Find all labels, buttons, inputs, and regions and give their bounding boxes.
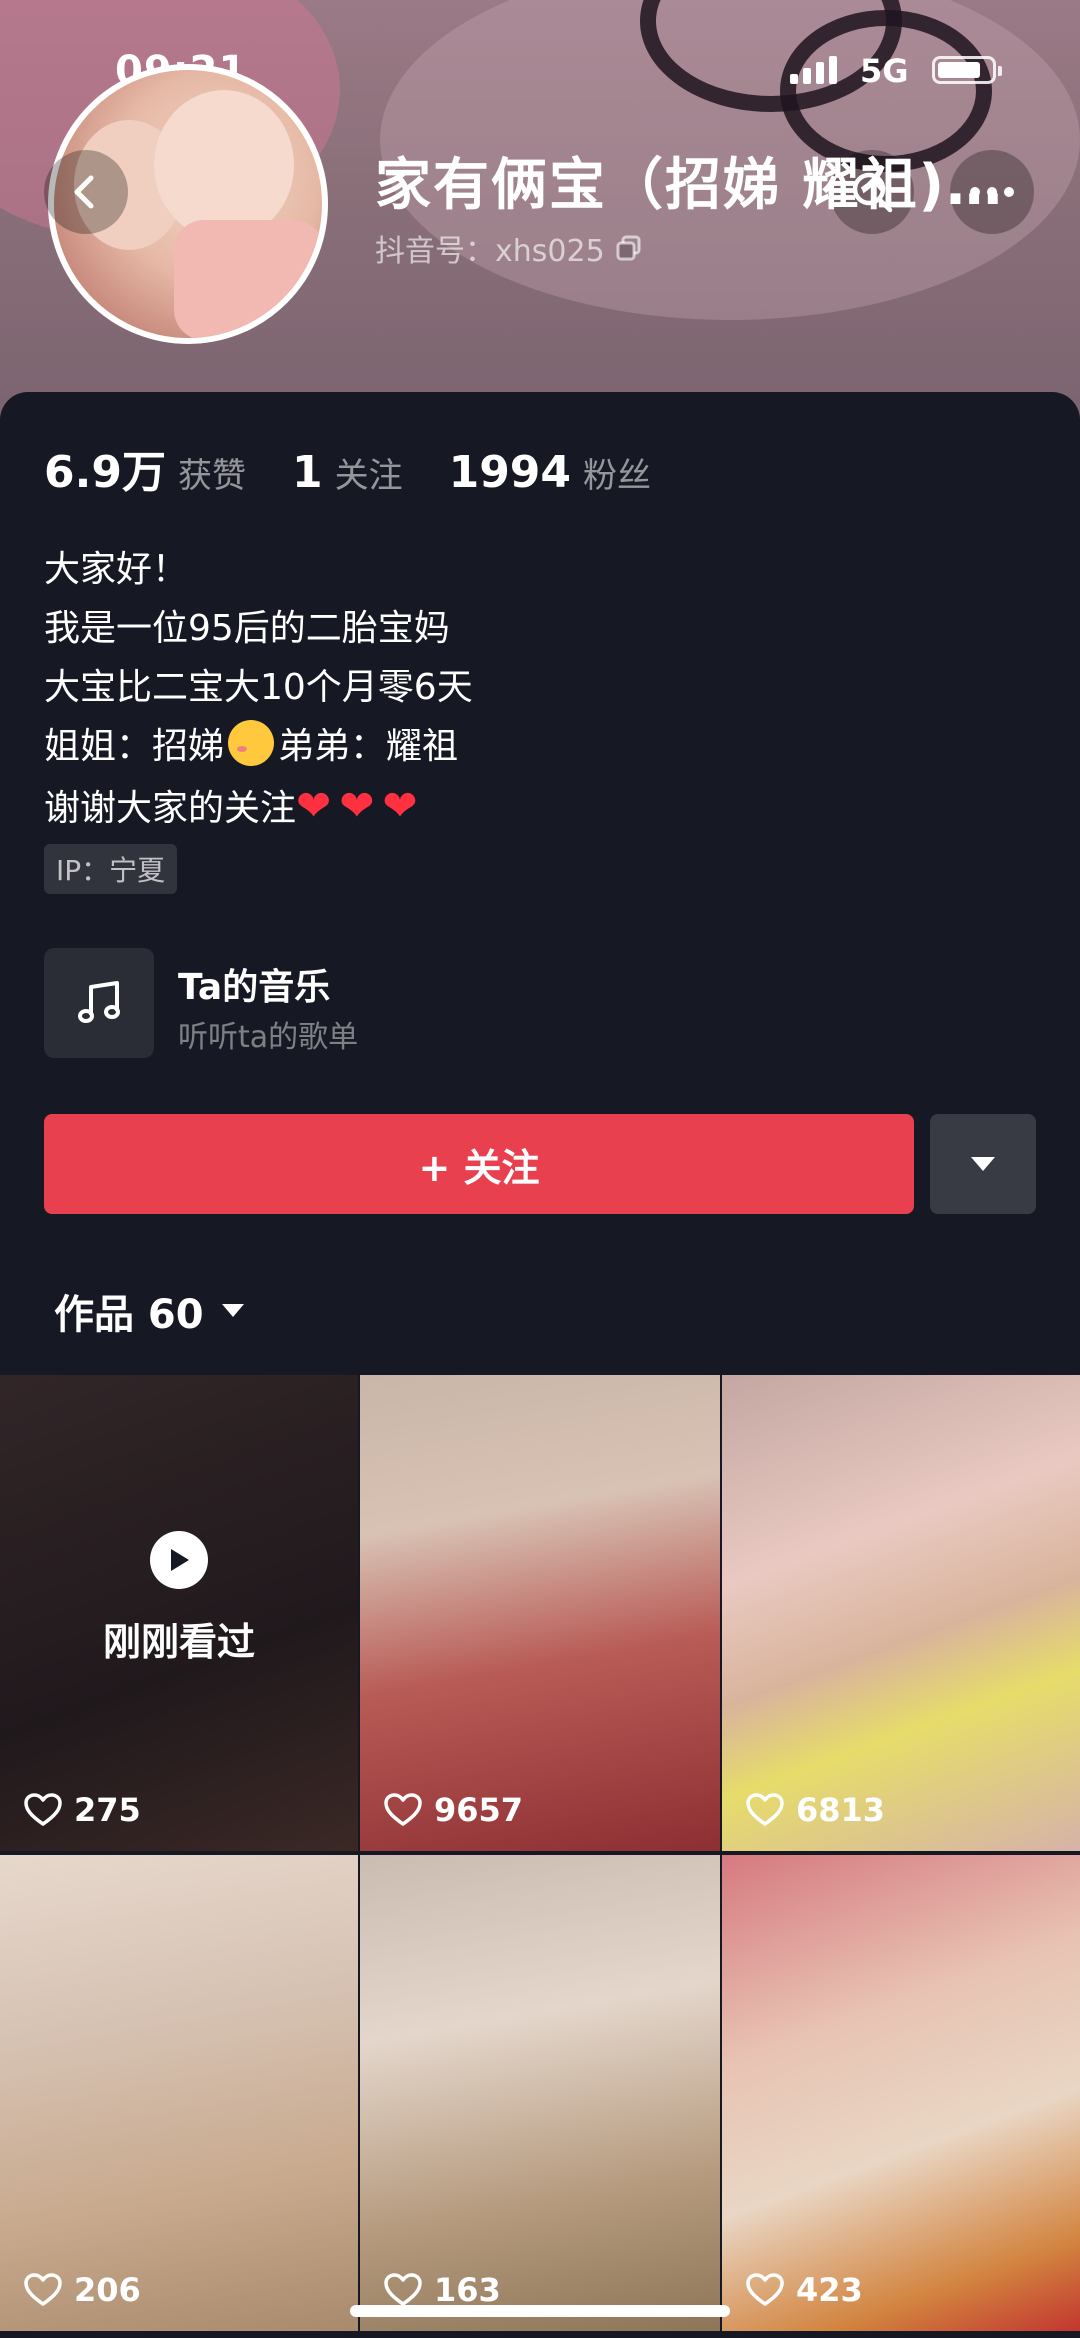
profile-stats: 6.9万 获赞 1 关注 1994 粉丝 [44,436,697,500]
play-icon [150,1530,208,1589]
music-title: Ta的音乐 [178,967,331,1008]
like-count-text: 9657 [434,1791,524,1829]
recently-watched-label: 刚刚看过 [102,1619,255,1664]
chevron-down-icon [221,1304,244,1317]
video-like-count: 275 [24,1791,141,1829]
video-thumbnail[interactable]: 刚刚看过 275 [0,1375,358,1851]
heart-icon [24,2273,62,2306]
music-entry[interactable]: Ta的音乐 听听ta的歌单 [44,948,544,1060]
like-count-text: 6813 [796,1791,886,1829]
bio-line: 谢谢大家的关注❤ ❤ ❤ [44,776,473,838]
bio-line: 大宝比二宝大10个月零6天 [44,667,473,708]
followers-label: 粉丝 [583,456,652,496]
recommend-dropdown-button[interactable] [930,1114,1036,1214]
works-tab-label: 作品 60 [54,1292,204,1338]
follow-button[interactable]: + 关注 [44,1114,914,1214]
video-thumbnail[interactable]: 206 [0,1855,358,2331]
video-like-count: 6813 [746,1791,885,1829]
bio-sister: 姐姐：招娣 [44,726,225,767]
video-like-count: 206 [24,2271,141,2309]
video-thumbnail[interactable]: 6813 [722,1375,1080,1851]
likes-count[interactable]: 6.9万 [44,436,166,500]
copy-icon[interactable] [615,234,643,262]
heart-icon [746,1793,784,1826]
music-subtitle: 听听ta的歌单 [178,1020,359,1055]
signal-icon [790,56,837,84]
like-count-text: 423 [796,2271,863,2309]
heart-emoji-icon: ❤ [382,781,418,830]
video-like-count: 9657 [384,1791,523,1829]
video-thumbnail[interactable]: 163 [360,1855,720,2331]
profile-bio: 大家好！ 我是一位95后的二胎宝妈 大宝比二宝大10个月零6天 姐姐：招娣 弟弟：… [44,540,473,838]
battery-icon [932,56,1002,84]
douyin-id[interactable]: 抖音号：xhs025 [375,226,643,270]
profile-nickname: 家有俩宝（招娣 耀祖)… [375,153,1005,218]
chevron-down-icon [971,1157,995,1171]
video-grid: 刚刚看过 275 9657 6813 206 163 423 [0,1375,1080,2331]
bio-brother: 弟弟：耀祖 [278,726,459,767]
likes-label: 获赞 [177,456,246,496]
like-count-text: 163 [434,2271,501,2309]
heart-icon [24,1793,62,1826]
recently-watched-overlay: 刚刚看过 [0,1375,358,1851]
ip-location-tag: IP：宁夏 [44,844,178,894]
home-indicator[interactable] [350,2305,730,2317]
like-count-text: 206 [74,2271,141,2309]
tab-works[interactable]: 作品 60 [54,1282,246,1340]
video-thumbnail[interactable]: 9657 [360,1375,720,1851]
heart-icon [746,2273,784,2306]
back-icon [74,175,94,209]
back-button[interactable] [44,150,128,234]
video-thumbnail[interactable]: 423 [722,1855,1080,2331]
heart-emoji-icon: ❤ [296,781,332,830]
video-like-count: 163 [384,2271,501,2309]
smiling-face-emoji-icon [228,720,275,766]
heart-icon [384,2273,422,2306]
network-type: 5G [860,52,909,90]
music-cover [44,948,154,1058]
bio-line: 姐姐：招娣 弟弟：耀祖 [44,717,473,776]
bio-thanks: 谢谢大家的关注 [44,788,297,829]
followers-count[interactable]: 1994 [449,447,571,498]
bio-line: 我是一位95后的二胎宝妈 [44,608,450,649]
bio-line: 大家好！ [44,549,189,590]
following-count[interactable]: 1 [292,447,323,498]
music-note-icon [78,981,120,1023]
douyin-id-text: 抖音号：xhs025 [375,234,605,269]
like-count-text: 275 [74,1791,141,1829]
following-label: 关注 [334,456,403,496]
profile-panel: 6.9万 获赞 1 关注 1994 粉丝 大家好！ 我是一位95后的二胎宝妈 大宝比二… [0,392,1080,1382]
heart-emoji-icon: ❤ [339,781,375,830]
video-like-count: 423 [746,2271,863,2309]
heart-icon [384,1793,422,1826]
